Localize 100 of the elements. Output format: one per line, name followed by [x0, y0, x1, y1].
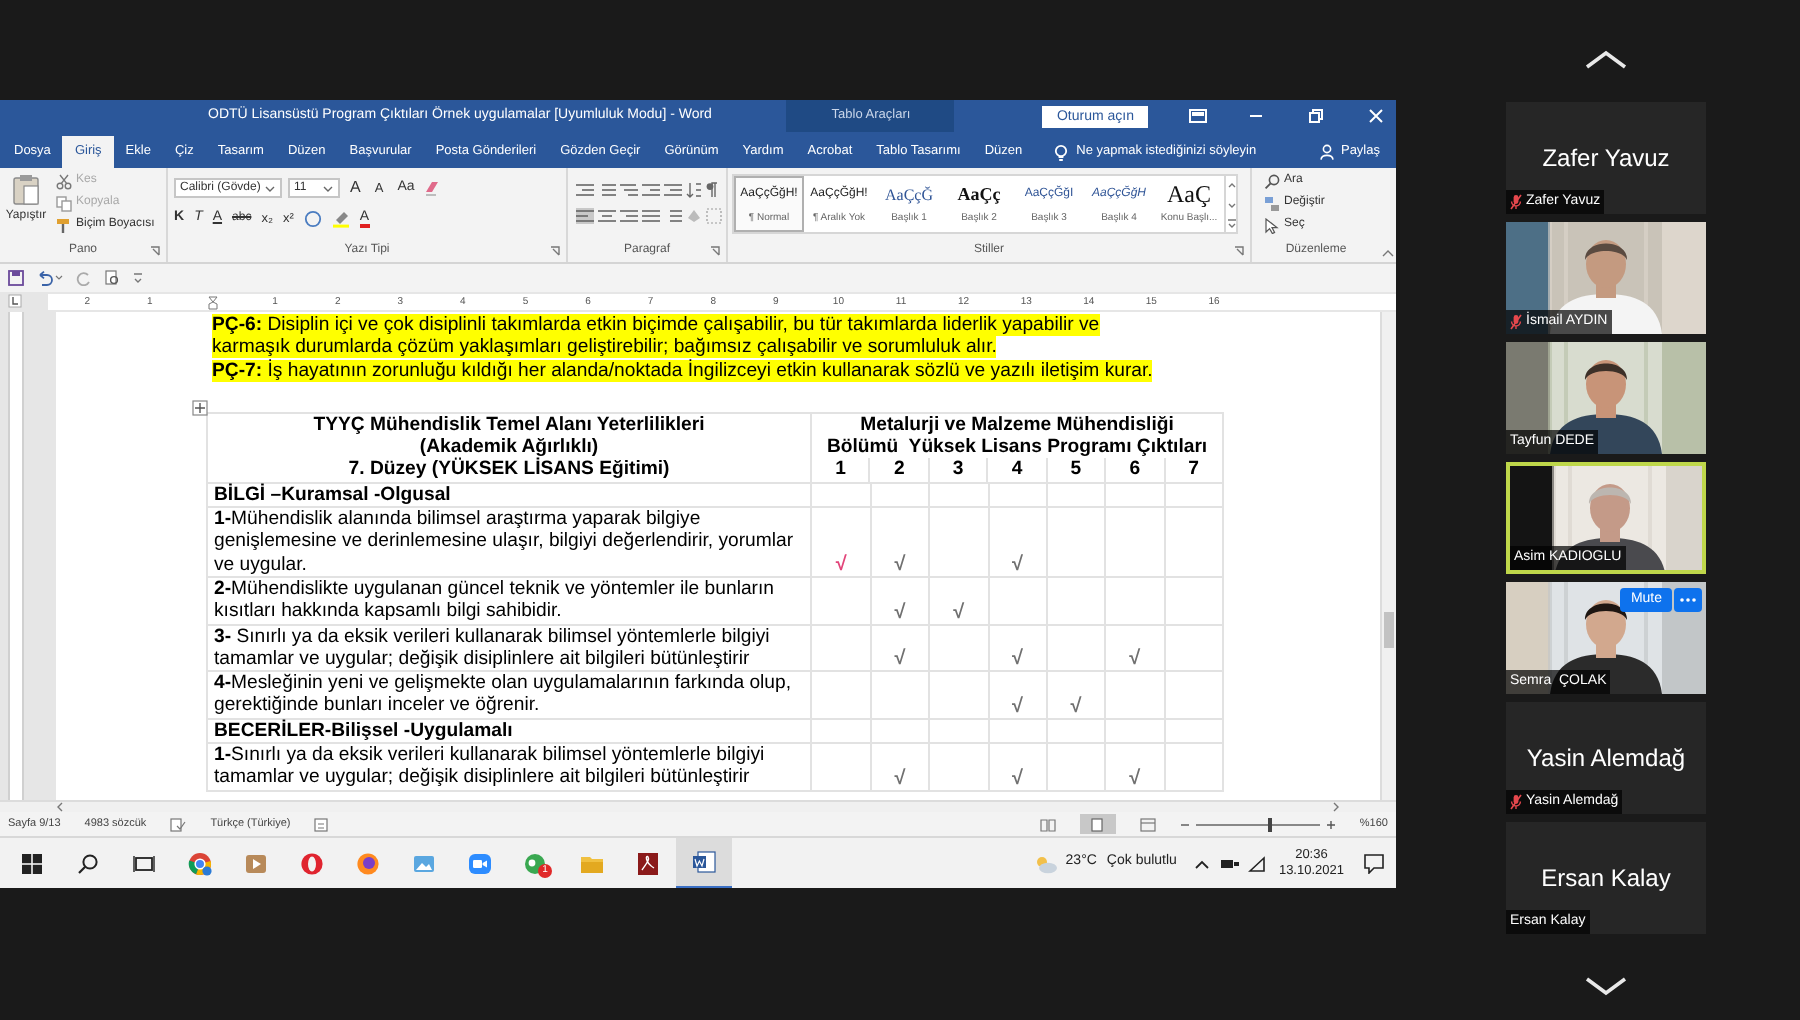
dialog-launcher-icon[interactable]	[710, 246, 720, 257]
person-icon	[1320, 144, 1335, 160]
redo-icon[interactable]	[76, 270, 92, 286]
dialog-launcher-icon[interactable]	[150, 246, 160, 257]
participant-name: Yasin Alemdağ	[1526, 742, 1686, 776]
tab-selector-icon[interactable]	[8, 294, 22, 308]
replace-icon	[1264, 195, 1280, 212]
highlighted-paragraph: PÇ-6: Disiplin içi ve çok disiplinli takımlarda etkin biçimde çalışabilir, bu tür takımlarda liderlik yapabilir ve karmaşık durumlarda çözüm yaklaşımları geliştirebilir; bağımsız çalışabilir ve sorumluluk alır.	[212, 314, 1102, 359]
windows-icon[interactable]	[20, 851, 44, 875]
show-hidden-icons-icon[interactable]	[1194, 857, 1211, 869]
macro-icon[interactable]	[314, 817, 329, 831]
browser-icon[interactable]	[300, 851, 324, 875]
dropdown-caret-icon	[322, 183, 334, 194]
search-icon	[1264, 173, 1280, 190]
bullets-icon[interactable]	[576, 182, 594, 199]
undo-icon[interactable]	[36, 270, 64, 286]
check-mark: √	[953, 601, 965, 624]
customize-toolbar-icon[interactable]	[132, 270, 144, 286]
align-right-icon[interactable]	[620, 208, 638, 225]
scroll-up-icon[interactable]	[1584, 50, 1628, 70]
increase-indent-icon[interactable]	[664, 182, 682, 199]
check-mark: √	[1070, 695, 1082, 718]
close-icon[interactable]	[1368, 108, 1384, 124]
wifi-icon[interactable]	[1248, 855, 1267, 871]
zoom-out-icon[interactable]	[1179, 819, 1190, 829]
scroll-thumb[interactable]	[1384, 612, 1394, 648]
text-effects-icon[interactable]	[303, 210, 322, 229]
column-header: Metalurji ve Malzeme Mühendisliği	[860, 413, 1174, 437]
scroll-left-icon[interactable]	[56, 802, 64, 812]
proofing-icon[interactable]	[170, 817, 187, 831]
check-mark: √	[894, 553, 906, 576]
table-cell: 4-Mesleğinin yeni ve gelişmekte olan uygulamalarının farkında olup, gerektiğinde bunları inceler ve öğrenir.	[208, 672, 813, 718]
web-layout-icon[interactable]	[1139, 817, 1156, 831]
clear-formatting-icon[interactable]	[424, 180, 441, 197]
cursor-icon	[1264, 217, 1280, 234]
more-options-button[interactable]	[1674, 588, 1702, 612]
scissors-icon	[56, 173, 72, 190]
check-mark: √	[835, 553, 847, 576]
column-header: TYYÇ Mühendislik Temel Alanı Yeterlilikleri	[313, 413, 705, 437]
table-move-handle-icon[interactable]	[192, 399, 208, 416]
pilcrow-icon[interactable]	[706, 182, 718, 199]
dialog-launcher-icon[interactable]	[550, 246, 560, 257]
print-layout-icon	[1090, 817, 1105, 831]
align-left-icon[interactable]	[576, 208, 594, 225]
dialog-launcher-icon[interactable]	[1234, 246, 1244, 257]
column-header: 6	[1106, 458, 1166, 482]
table-cell: 2-Mühendislikte uygulanan güncel teknik ve yöntemler ile bunların kısıtları hakkında kapsamlı bilgi sahibidir.	[208, 577, 813, 624]
decrease-indent-icon[interactable]	[642, 182, 660, 199]
network-icon[interactable]	[1220, 855, 1241, 871]
check-mark: √	[894, 601, 906, 624]
indent-marker-icon[interactable]	[207, 295, 218, 309]
clipboard-icon	[12, 174, 40, 206]
highlighter-icon[interactable]	[331, 210, 350, 229]
browser-icon[interactable]	[188, 851, 212, 875]
check-mark: √	[1011, 767, 1023, 790]
line-spacing-icon[interactable]	[664, 208, 682, 225]
section-heading: BECERİLER-Bilişsel -Uygulamalı	[208, 719, 813, 743]
pdf-reader-icon[interactable]	[636, 851, 660, 875]
notifications-icon[interactable]	[1364, 853, 1384, 873]
check-mark: √	[894, 648, 906, 671]
print-preview-icon[interactable]	[104, 270, 120, 286]
align-center-icon[interactable]	[598, 208, 616, 225]
ribbon-display-icon[interactable]	[1188, 108, 1208, 124]
check-mark: √	[1129, 767, 1141, 790]
column-header: 3	[929, 458, 989, 482]
grow-font-button[interactable]: A	[346, 176, 365, 201]
slider-thumb[interactable]	[1267, 817, 1272, 831]
column-header: (Akademik Ağırlıklı)	[419, 436, 599, 459]
column-header: 2	[870, 458, 930, 482]
multilevel-list-icon[interactable]	[620, 182, 638, 199]
sort-icon[interactable]	[686, 182, 702, 199]
word-processor-icon[interactable]	[692, 849, 716, 873]
table-cell: 1-Sınırlı ya da eksik verileri kullanarak bilimsel yöntemlerle bilgiyi tamamlar ve uygular; değişik disiplinlere ait bilgileri bütünleştirir	[208, 744, 813, 790]
read-mode-icon[interactable]	[1039, 817, 1056, 831]
browser-icon[interactable]	[356, 851, 380, 875]
column-header: 7. Düzey (YÜKSEK LİSANS Eğitimi)	[348, 458, 670, 482]
participant-name: Zafer Yavuz	[1542, 142, 1670, 176]
section-heading: BİLGİ –Kuramsal -Olgusal	[208, 483, 813, 507]
scroll-right-icon[interactable]	[1332, 802, 1340, 812]
participant-name: Ersan Kalay	[1541, 862, 1671, 896]
restore-icon[interactable]	[1308, 108, 1324, 124]
save-icon[interactable]	[8, 270, 24, 286]
scroll-down-icon[interactable]	[1584, 976, 1628, 996]
check-mark: √	[1011, 553, 1023, 576]
check-mark: √	[1011, 648, 1023, 671]
print-layout-button[interactable]	[1079, 814, 1116, 834]
check-mark: √	[1011, 695, 1023, 718]
column-header: 1	[812, 458, 871, 482]
media-player-icon[interactable]	[244, 851, 268, 875]
column-header: 4	[988, 458, 1048, 482]
table-cell: 3- Sınırlı ya da eksik verileri kullanarak bilimsel yöntemlerle bilgiyi tamamlar ve uygular; değişik disiplinlere ait bilgileri bütünleştirir	[208, 625, 813, 671]
table-cell: 1-Mühendislik alanında bilimsel araştırma yaparak bilgiye genişlemesine ve derinlemesine ulaşır, bilgiyi değerlendirir, yorumlar ve uygular.	[208, 508, 813, 576]
zoom-in-icon[interactable]	[1325, 819, 1336, 829]
task-view-icon[interactable]	[132, 851, 156, 875]
copy-icon	[56, 195, 72, 212]
search-icon[interactable]	[76, 851, 100, 875]
video-camera-icon[interactable]	[468, 851, 492, 875]
justify-icon[interactable]	[642, 208, 660, 225]
numbering-icon[interactable]	[598, 182, 616, 199]
photos-icon[interactable]	[412, 851, 436, 875]
